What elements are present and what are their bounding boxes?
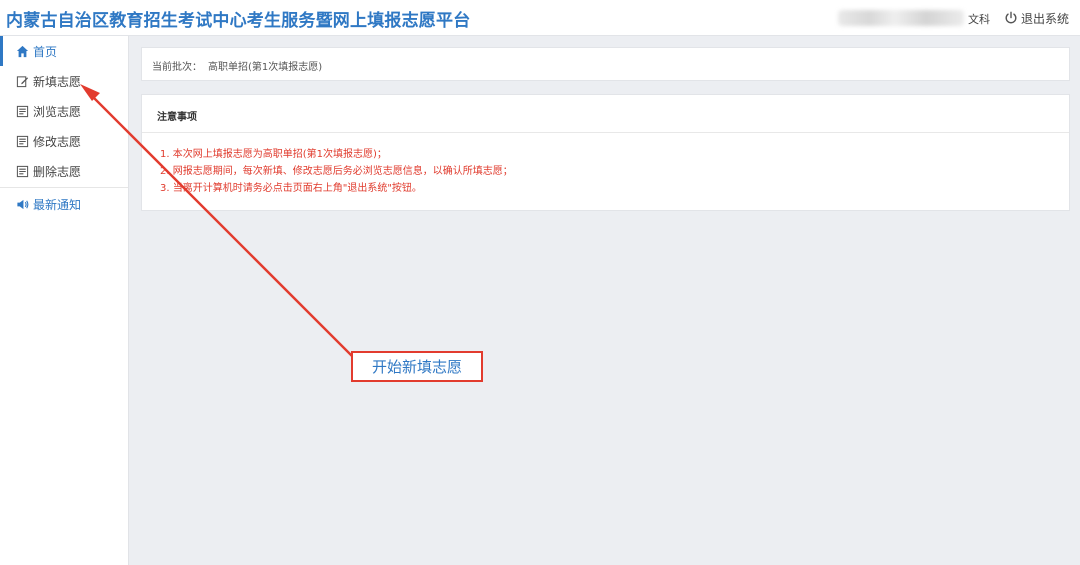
sidebar-item-delete-application[interactable]: 删除志愿	[0, 156, 128, 186]
sidebar-item-label: 新填志愿	[33, 74, 82, 89]
current-batch-panel: 当前批次： 高职单招(第1次填报志愿)	[141, 47, 1070, 81]
notice-item: 1. 本次网上填报志愿为高职单招(第1次填报志愿)；	[160, 149, 387, 160]
sidebar-item-label: 首页	[33, 44, 58, 59]
sidebar-item-label: 浏览志愿	[33, 104, 82, 119]
sidebar-item-label: 删除志愿	[33, 164, 82, 179]
sidebar-item-label: 最新通知	[33, 197, 82, 212]
sidebar-item-home[interactable]: 首页	[0, 36, 128, 66]
speaker-icon	[17, 199, 29, 209]
sidebar-item-new-application[interactable]: 新填志愿	[0, 66, 128, 96]
annotation-callout: 开始新填志愿	[351, 351, 483, 382]
current-batch-row: 当前批次： 高职单招(第1次填报志愿)	[152, 58, 322, 73]
list-icon	[16, 135, 29, 147]
sidebar: 首页 新填志愿 浏览志愿 修改志愿 删除志愿 最新通知	[0, 36, 129, 565]
sidebar-item-label: 修改志愿	[33, 134, 82, 149]
sidebar-item-modify-application[interactable]: 修改志愿	[0, 126, 128, 156]
top-header: 内蒙古自治区教育招生考试中心考生服务暨网上填报志愿平台 文科 退出系统	[0, 0, 1080, 36]
list-icon	[16, 165, 29, 177]
notice-item: 2. 网报志愿期间，每次新填、修改志愿后务必浏览志愿信息，以确认所填志愿；	[160, 166, 513, 177]
logout-label: 退出系统	[1021, 11, 1070, 26]
edit-icon	[16, 75, 29, 87]
sidebar-divider	[0, 187, 128, 188]
logout-button[interactable]: 退出系统	[1004, 9, 1069, 27]
home-icon	[16, 45, 29, 57]
batch-label: 当前批次：	[152, 62, 202, 73]
notice-divider	[142, 132, 1069, 133]
sidebar-item-browse-application[interactable]: 浏览志愿	[0, 96, 128, 126]
subject-label: 文科	[968, 13, 990, 26]
notice-list: 1. 本次网上填报志愿为高职单招(第1次填报志愿)； 2. 网报志愿期间，每次新…	[160, 146, 513, 197]
sidebar-item-latest-news[interactable]: 最新通知	[0, 189, 128, 219]
list-icon	[16, 105, 29, 117]
site-title: 内蒙古自治区教育招生考试中心考生服务暨网上填报志愿平台	[6, 11, 471, 31]
notice-item: 3. 当离开计算机时请务必点击页面右上角"退出系统"按钮。	[160, 183, 422, 194]
notice-panel: 注意事项 1. 本次网上填报志愿为高职单招(第1次填报志愿)； 2. 网报志愿期…	[141, 94, 1070, 211]
batch-value: 高职单招(第1次填报志愿)	[208, 62, 323, 73]
annotation-arrow	[80, 84, 353, 357]
notice-title: 注意事项	[157, 112, 197, 123]
power-icon	[1005, 11, 1017, 24]
blurred-username	[838, 10, 964, 26]
